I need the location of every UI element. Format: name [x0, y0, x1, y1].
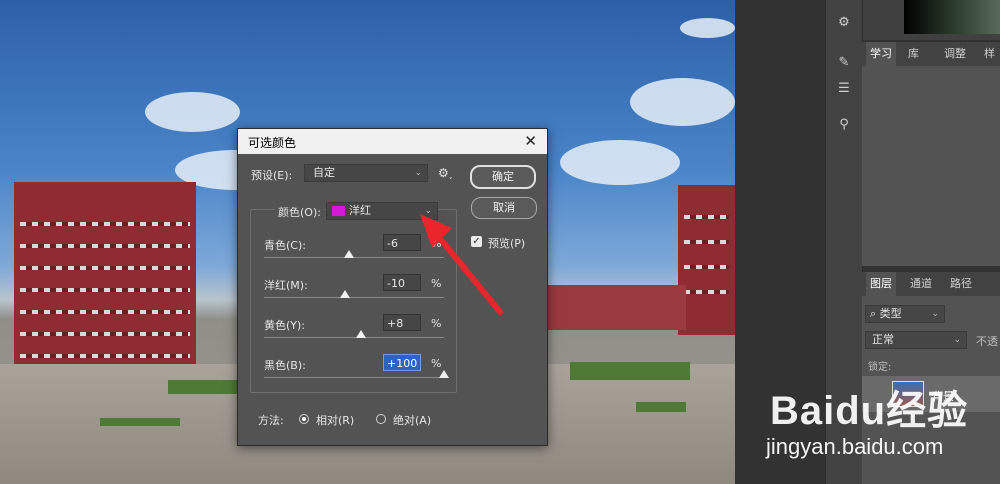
percent-unit: %: [431, 277, 442, 290]
dialog-titlebar[interactable]: 可选颜色 ✕: [238, 129, 547, 154]
method-label: 方法:: [258, 414, 284, 427]
color-adjust-group: 颜色(O): 洋红 ⌄ 青色(C): -6% 洋红(M): -10% 黄色(Y): +8%…: [250, 202, 457, 393]
chevron-down-icon: ⌄: [953, 335, 961, 345]
tab-learn[interactable]: 学习: [866, 42, 896, 66]
slider-label: 黄色(Y):: [264, 319, 306, 332]
search-icon: ⌕: [870, 307, 877, 320]
preset-label: 预设(E):: [251, 169, 293, 182]
colors-select[interactable]: 洋红 ⌄: [326, 202, 438, 220]
chevron-down-icon: ⌄: [414, 168, 422, 178]
colors-value: 洋红: [349, 204, 371, 217]
gear-icon[interactable]: ⚙˯: [438, 166, 453, 180]
layer-panel-tabs: 图层 通道 路径: [862, 272, 1000, 296]
tab-styles[interactable]: 样式: [980, 42, 1000, 84]
layer-filter-label: 类型: [879, 307, 902, 320]
slider-track[interactable]: [264, 257, 444, 258]
clone-stamp-icon[interactable]: ⚲: [834, 116, 854, 134]
blend-mode-value: 正常: [872, 333, 894, 346]
selective-color-dialog: 可选颜色 ✕ 预设(E): 自定 ⌄ ⚙˯ 确定 取消 ✓ 预览(P) 颜色(O…: [237, 128, 548, 446]
adjust-sliders-icon[interactable]: ☰: [834, 80, 854, 98]
preview-label: 预览(P): [488, 237, 526, 250]
slider-label: 黑色(B):: [264, 359, 306, 372]
cloud: [560, 140, 680, 185]
slider-label: 青色(C):: [264, 239, 306, 252]
preset-select[interactable]: 自定 ⌄: [304, 164, 428, 182]
chevron-down-icon: ⌄: [424, 206, 432, 216]
cloud: [145, 92, 240, 132]
navigator-panel: [862, 0, 1000, 40]
colors-label: 颜色(O):: [275, 204, 324, 220]
slider-value-field[interactable]: -6: [383, 234, 421, 251]
tab-adjustments[interactable]: 调整: [940, 42, 970, 66]
lock-label: 锁定:: [868, 362, 892, 373]
slider-thumb[interactable]: [340, 290, 350, 298]
tab-library[interactable]: 库: [904, 42, 923, 66]
watermark-url: jingyan.baidu.com: [766, 434, 944, 459]
cloud: [630, 78, 735, 126]
lawn: [100, 418, 180, 426]
preset-value: 自定: [313, 166, 335, 179]
building-right: [678, 185, 735, 335]
cancel-button[interactable]: 取消: [471, 197, 537, 219]
building-distant: [546, 285, 686, 330]
chevron-down-icon: ⌄: [931, 309, 939, 319]
percent-unit: %: [431, 357, 442, 370]
slider-value-field[interactable]: +8: [383, 314, 421, 331]
baidu-watermark: Baidu经验 jingyan.baidu.com: [760, 372, 1000, 484]
tab-channels[interactable]: 通道: [906, 272, 936, 296]
gradient-preview: [904, 0, 1000, 34]
top-panel-tabs: 学习 库 调整 样式: [862, 42, 1000, 84]
slider-track[interactable]: [264, 377, 444, 378]
slider-thumb[interactable]: [439, 370, 449, 378]
learn-panel: [862, 66, 1000, 266]
blend-mode-select[interactable]: 正常 ⌄: [865, 331, 967, 349]
layer-filter-select[interactable]: ⌕ 类型 ⌄: [865, 305, 945, 323]
tab-paths[interactable]: 路径: [946, 272, 976, 296]
brush-icon[interactable]: ✎: [834, 54, 854, 72]
close-icon[interactable]: ✕: [524, 132, 537, 150]
lawn: [570, 362, 690, 380]
slider-track[interactable]: [264, 297, 444, 298]
slider-value-field[interactable]: -10: [383, 274, 421, 291]
opacity-label: 不透: [976, 335, 998, 348]
lawn: [636, 402, 686, 412]
lawn: [168, 380, 238, 394]
slider-thumb[interactable]: [343, 250, 354, 258]
watermark-logo: Baidu经验: [770, 389, 969, 433]
cloud: [680, 18, 735, 38]
ok-button[interactable]: 确定: [470, 165, 536, 189]
relative-radio[interactable]: [299, 414, 309, 424]
building-left: [14, 182, 196, 394]
3d-icon[interactable]: ⚙: [834, 14, 854, 32]
preview-checkbox[interactable]: ✓: [471, 236, 482, 247]
magenta-swatch: [332, 206, 345, 216]
slider-label: 洋红(M):: [264, 279, 308, 292]
absolute-label: 绝对(A): [393, 414, 432, 427]
slider-thumb[interactable]: [356, 330, 367, 338]
relative-label: 相对(R): [316, 414, 355, 427]
dialog-title: 可选颜色: [248, 136, 297, 150]
percent-unit: %: [431, 237, 442, 250]
slider-track[interactable]: [264, 337, 444, 338]
tab-layers[interactable]: 图层: [866, 272, 896, 296]
absolute-radio[interactable]: [376, 414, 386, 424]
slider-value-field[interactable]: +100: [383, 354, 421, 371]
percent-unit: %: [431, 317, 442, 330]
